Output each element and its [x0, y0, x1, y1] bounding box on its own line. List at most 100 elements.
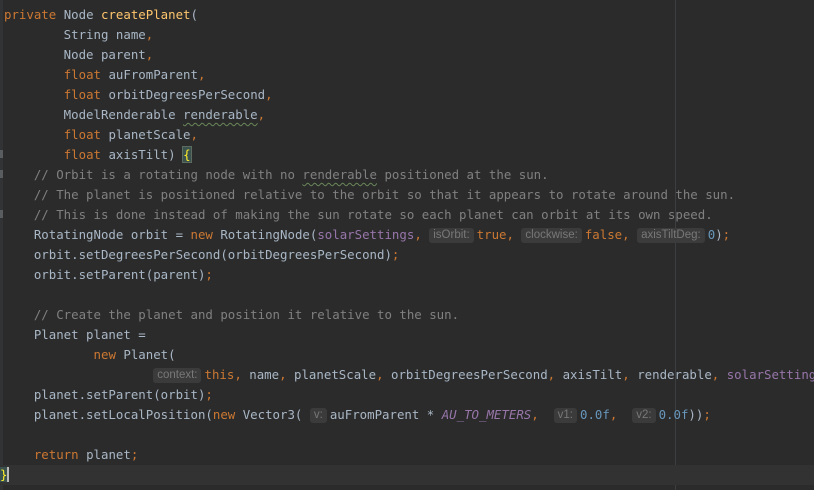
code-token: Node [63, 7, 101, 22]
code-token: } [0, 467, 8, 482]
code-line[interactable]: planet.setLocalPosition(new Vector3( v: a… [4, 405, 711, 425]
parameter-hint: v2: [632, 408, 656, 423]
code-token: new [190, 227, 221, 242]
code-token: , [376, 367, 391, 382]
code-line[interactable]: float axisTilt) { [4, 145, 192, 165]
code-line[interactable]: float orbitDegreesPerSecond, [4, 85, 273, 105]
code-line[interactable]: // This is done instead of making the su… [4, 205, 713, 225]
code-token: float [63, 87, 109, 102]
code-token: , [622, 367, 638, 382]
code-line[interactable]: orbit.setDegreesPerSecond(orbitDegreesPe… [4, 245, 400, 265]
code-token: axisTilt [562, 367, 623, 382]
code-line[interactable]: planet.setParent(orbit); [4, 385, 213, 405]
code-token: // Create the planet and position it rel… [4, 307, 460, 322]
code-token: 0.0f [579, 407, 610, 422]
code-line[interactable]: new Planet( [4, 345, 176, 365]
code-token: ; [205, 387, 213, 402]
code-token: ; [391, 247, 400, 262]
code-line[interactable]: private Node createPlanet( [4, 5, 198, 25]
code-token: , [234, 367, 250, 382]
code-token: ; [703, 407, 711, 422]
code-token: , [711, 367, 727, 382]
parameter-hint: context: [153, 368, 202, 383]
code-token: ; [205, 267, 213, 282]
code-token: ( [190, 7, 198, 22]
code-line[interactable]: context: this, name, planetScale, orbitDe… [4, 365, 814, 385]
code-token: RotatingNode( [220, 227, 318, 242]
code-line[interactable]: String name, [4, 25, 154, 45]
code-token: { [181, 146, 192, 163]
parameter-hint: isOrbit: [429, 228, 474, 243]
code-line[interactable]: } [0, 465, 814, 485]
code-token: 0.0f [658, 407, 689, 422]
code-token: , [547, 367, 563, 382]
code-token: planetScale [108, 127, 191, 142]
code-token: planet [86, 447, 131, 462]
code-token: renderable [183, 107, 258, 122]
code-token: new [212, 407, 243, 422]
code-line[interactable]: return planet; [4, 445, 138, 465]
code-token: axisTilt) [108, 147, 184, 162]
code-token: , [265, 87, 273, 102]
code-token: orbitDegreesPerSecond [108, 87, 266, 102]
code-line[interactable]: float auFromParent, [4, 65, 206, 85]
fold-marker-icon[interactable] [0, 210, 3, 218]
code-token: RotatingNode orbit = [4, 227, 191, 242]
code-token: ) [715, 227, 723, 242]
code-token: positioned at the sun. [377, 167, 549, 182]
parameter-hint: axisTiltDeg: [637, 228, 705, 243]
code-token: , [197, 67, 206, 82]
code-token: , [145, 27, 154, 42]
code-token: createPlanet [101, 7, 191, 22]
code-token: , [414, 227, 430, 242]
code-token: renderable [637, 367, 712, 382]
code-token: orbit.setDegreesPerSecond(orbitDegreesPe… [4, 247, 392, 262]
code-line[interactable]: // Orbit is a rotating node with no rend… [4, 165, 549, 185]
code-token: this [204, 367, 235, 382]
editor-gutter[interactable] [0, 0, 3, 490]
code-token: orbit.setParent(parent) [4, 267, 206, 282]
fold-marker-icon[interactable] [0, 170, 3, 178]
code-line[interactable]: // The planet is positioned relative to … [4, 185, 735, 205]
code-token: ; [130, 447, 139, 462]
code-token: // Orbit is a rotating node with no [4, 167, 303, 182]
code-token: orbitDegreesPerSecond [391, 367, 548, 382]
code-line[interactable]: Node parent, [4, 45, 154, 65]
code-token: , [531, 407, 554, 422]
code-token: String name [4, 27, 146, 42]
code-token: auFromParent * [329, 407, 442, 422]
code-line[interactable]: float planetScale, [4, 125, 198, 145]
code-token: return [33, 447, 87, 462]
code-token: renderable [302, 167, 378, 182]
parameter-hint: v1: [553, 408, 577, 423]
code-token: )) [688, 407, 704, 422]
code-token: name [249, 367, 280, 382]
code-token: ModelRenderable [4, 107, 184, 122]
code-token: true [476, 227, 507, 242]
code-line[interactable]: RotatingNode orbit = new RotatingNode(so… [4, 225, 730, 245]
code-token: new [93, 347, 124, 362]
text-caret [7, 467, 10, 482]
code-token: , [622, 227, 638, 242]
code-token: private [4, 7, 64, 22]
code-token: ; [722, 227, 731, 242]
code-token: , [279, 367, 295, 382]
code-line[interactable]: orbit.setParent(parent); [4, 265, 213, 285]
parameter-hint: v: [309, 408, 327, 423]
code-line[interactable]: ModelRenderable renderable, [4, 105, 265, 125]
code-token: // The planet is positioned relative to … [4, 187, 736, 202]
code-editor[interactable]: private Node createPlanet( String name, … [0, 0, 814, 490]
code-token: , [190, 127, 198, 142]
code-token: solarSettings [726, 367, 814, 382]
code-line[interactable]: // Create the planet and position it rel… [4, 305, 459, 325]
fold-marker-icon[interactable] [0, 150, 3, 158]
code-token: false [584, 227, 623, 242]
code-token: AU_TO_METERS [441, 407, 532, 422]
code-token: , [145, 47, 154, 62]
code-line[interactable]: Planet planet = [4, 325, 146, 345]
code-token: Planet( [123, 347, 176, 362]
code-token: Vector3( [242, 407, 310, 422]
code-token: , [506, 227, 522, 242]
code-token: planetScale [294, 367, 377, 382]
